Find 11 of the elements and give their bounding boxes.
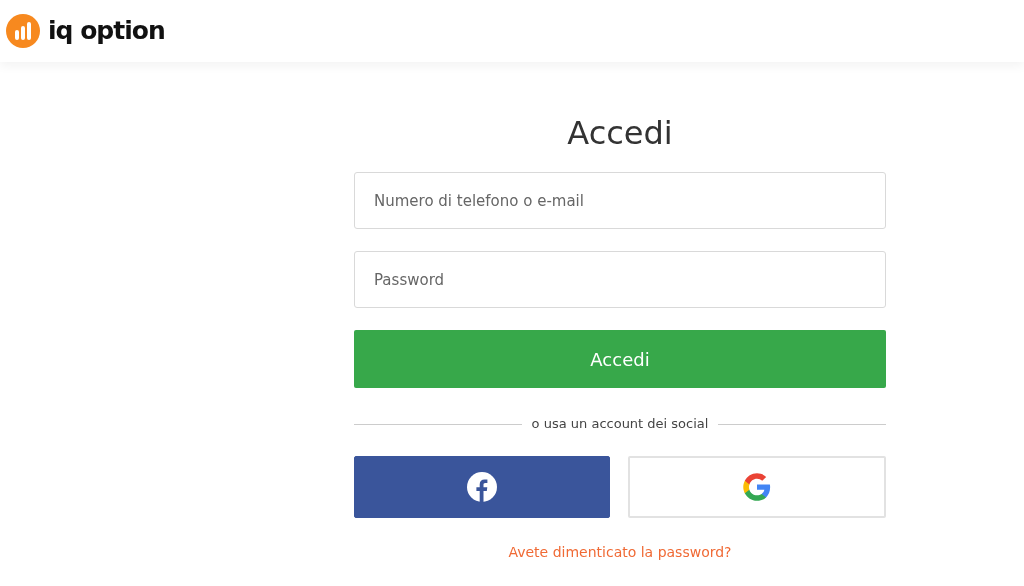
forgot-password-link[interactable]: Avete dimenticato la password? <box>508 541 732 563</box>
login-button[interactable]: Accedi <box>354 330 886 389</box>
password-field[interactable]: Password <box>354 251 886 309</box>
brand-name: iq option <box>48 15 165 48</box>
email-field[interactable]: Numero di telefono o e-mail <box>354 172 886 230</box>
google-icon <box>742 471 772 502</box>
facebook-icon <box>467 471 497 502</box>
facebook-button[interactable] <box>354 455 610 518</box>
logo-icon <box>6 14 40 48</box>
page-title: Accedi <box>567 114 673 153</box>
divider-label: o usa un account dei social <box>530 415 710 434</box>
